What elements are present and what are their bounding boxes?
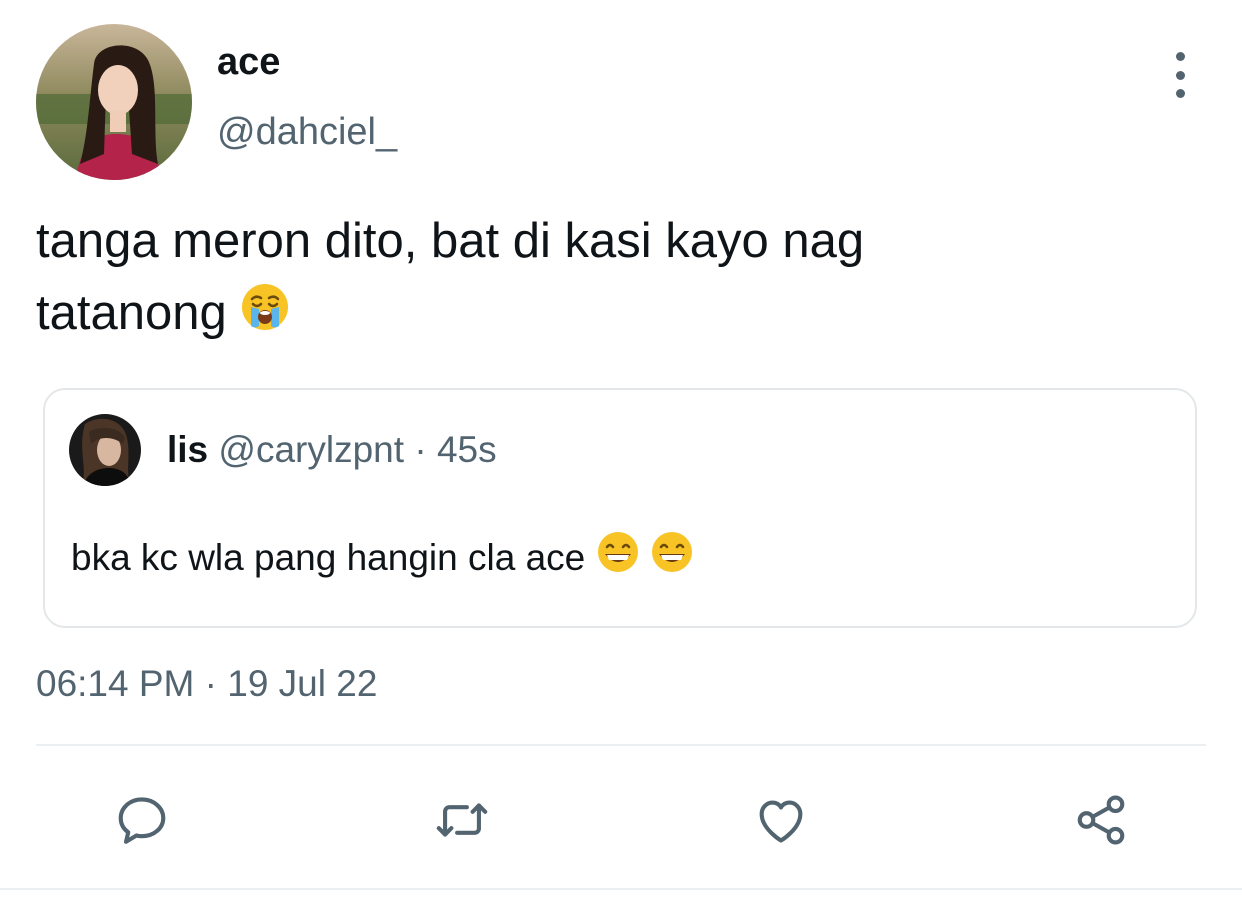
quoted-separator: · (414, 429, 427, 470)
tweet-text: tanga meron dito, bat di kasi kayo nag t… (36, 205, 1196, 352)
quoted-tweet-text-body: bka kc wla pang hangin cla ace (71, 537, 586, 578)
like-button[interactable] (751, 790, 811, 850)
share-button[interactable] (1071, 790, 1131, 850)
quoted-author-handle[interactable]: @carylzpnt (218, 429, 404, 470)
quoted-tweet-time[interactable]: 45s (437, 429, 497, 470)
author-avatar[interactable] (36, 24, 192, 180)
retweet-button[interactable] (432, 790, 492, 850)
author-handle[interactable]: @dahciel_ (217, 110, 397, 154)
loudly-crying-face-icon (240, 280, 290, 352)
grinning-face-icon (650, 530, 694, 590)
more-options-button[interactable] (1160, 52, 1200, 98)
quoted-author-name[interactable]: lis (167, 429, 208, 470)
quoted-tweet-card[interactable]: lis @carylzpnt · 45s bka kc wla pang han… (43, 388, 1197, 628)
reply-button[interactable] (112, 790, 172, 850)
author-display-name[interactable]: ace (217, 40, 280, 84)
bottom-divider (0, 888, 1242, 890)
quoted-author-avatar[interactable] (69, 414, 141, 486)
quoted-tweet-header: lis @carylzpnt · 45s (167, 428, 497, 472)
share-icon (1077, 795, 1125, 845)
tweet-timestamp[interactable]: 06:14 PM · 19 Jul 22 (36, 662, 377, 706)
tweet-text-line1: tanga meron dito, bat di kasi kayo nag (36, 214, 865, 268)
more-dot-icon (1175, 89, 1185, 98)
grinning-face-icon (596, 530, 640, 590)
more-dot-icon (1175, 52, 1185, 61)
reply-icon (118, 797, 166, 844)
divider (36, 744, 1206, 746)
tweet-text-line2: tatanong (36, 286, 227, 340)
quoted-tweet-text: bka kc wla pang hangin cla ace (71, 530, 694, 590)
retweet-icon (436, 803, 488, 837)
like-icon (759, 800, 803, 843)
more-dot-icon (1175, 70, 1185, 80)
